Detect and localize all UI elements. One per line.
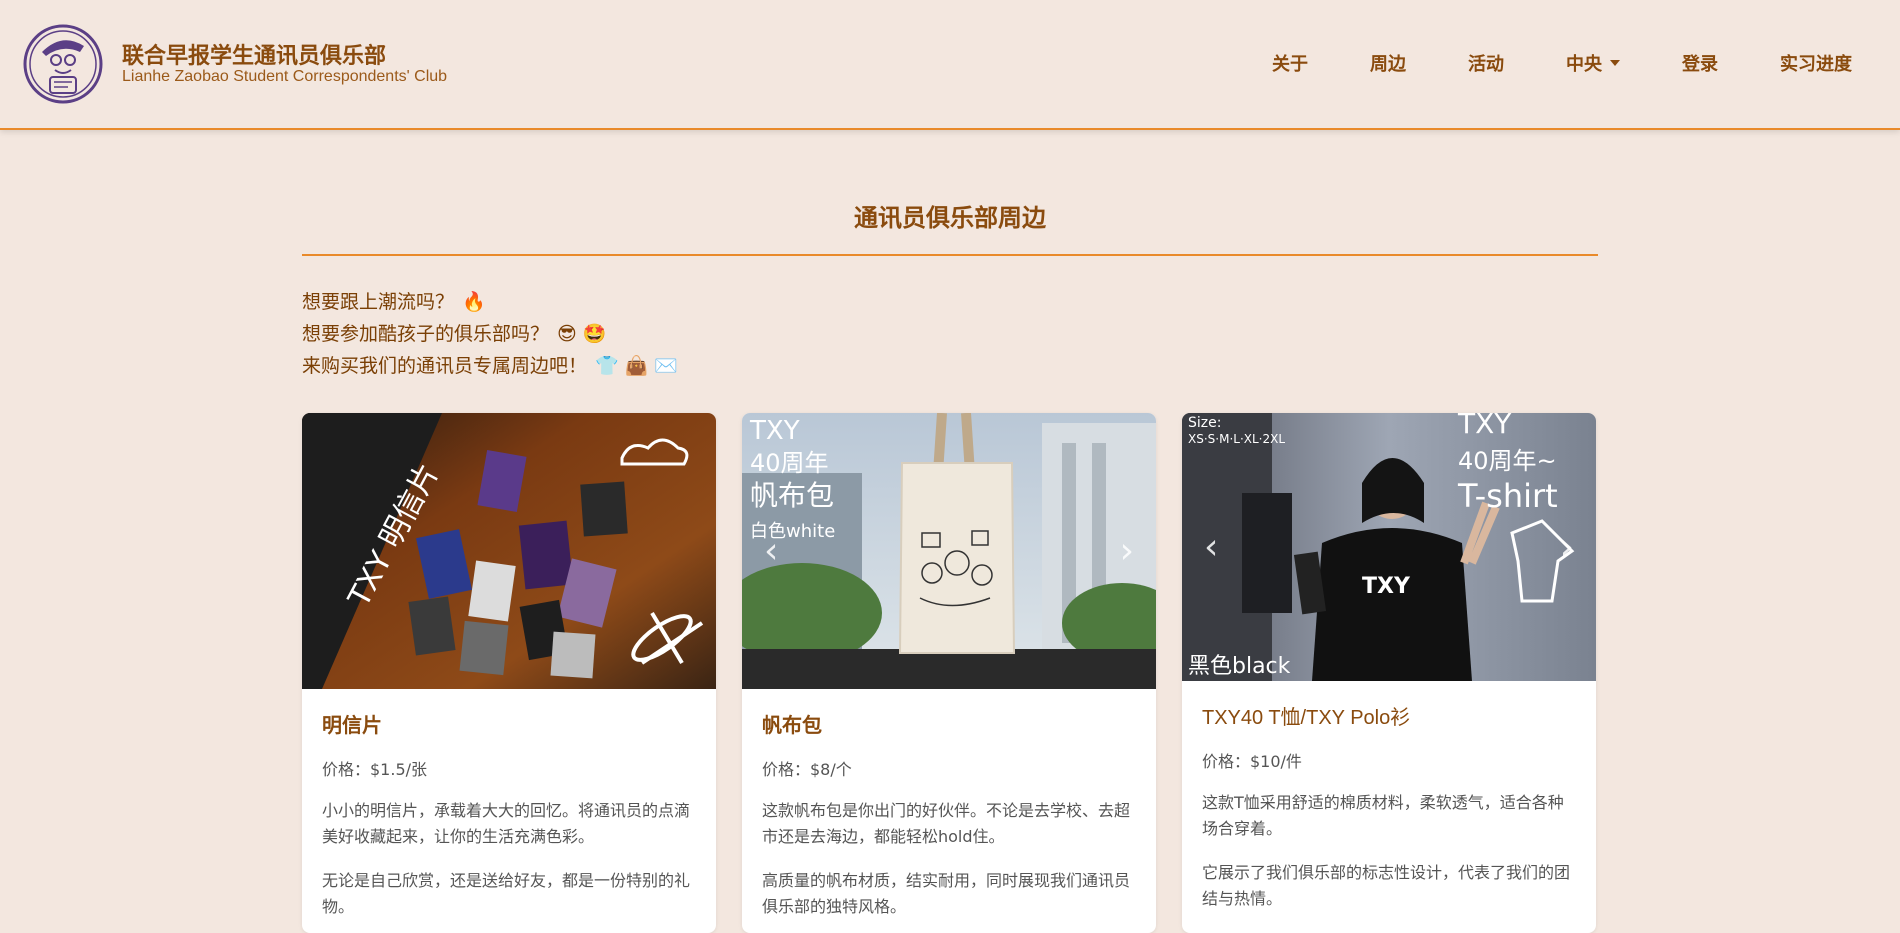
product-card-tshirt: TXY Size: XS·S·M·L·XL·2XL TXY 40周年~ T-sh…: [1182, 413, 1596, 933]
card-price: 价格：$10/件: [1202, 752, 1302, 771]
tshirt-image-text: T-shirt: [1457, 477, 1558, 515]
page-title: 通讯员俱乐部周边: [854, 204, 1046, 232]
card-description: 小小的明信片，承载着大大的回忆。将通讯员的点滴美好收藏起来，让你的生活充满色彩。: [322, 801, 691, 846]
navbar: 联合早报学生通讯员俱乐部 Lianhe Zaobao Student Corre…: [0, 0, 1900, 130]
card-title: 明信片: [322, 713, 382, 737]
postcard-image: TXY 明信片: [302, 413, 716, 689]
carousel-next-icon[interactable]: ›: [1120, 531, 1134, 572]
tote-bag-carousel: TXY 40周年 帆布包 白色white ‹ ›: [742, 413, 1156, 689]
brand-title[interactable]: 联合早报学生通讯员俱乐部: [122, 38, 386, 70]
main-nav: 关于 周边 活动 中央 登录 实习进度: [1210, 50, 1852, 76]
tote-image-text: 帆布包: [750, 479, 834, 512]
chevron-down-icon: [1610, 60, 1620, 66]
nav-central-label: 中央: [1566, 54, 1602, 75]
card-body: 明信片 价格：$1.5/张 小小的明信片，承载着大大的回忆。将通讯员的点滴美好收…: [302, 709, 716, 920]
club-logo[interactable]: [22, 22, 104, 106]
tshirt-logo-text: TXY: [1362, 574, 1411, 599]
intro-text: 想要跟上潮流吗？ 🔥 想要参加酷孩子的俱乐部吗？ 😎 🤩 来购买我们的通讯员专属…: [302, 286, 678, 382]
tshirt-size-label: Size:: [1188, 415, 1221, 431]
card-price: 价格：$8/个: [762, 760, 852, 779]
card-description: 这款帆布包是你出门的好伙伴。不论是去学校、去超市还是去海边，都能轻松hold住。: [762, 801, 1131, 846]
intro-line: 想要跟上潮流吗？ 🔥: [302, 286, 678, 318]
postcard-photo: TXY 明信片: [302, 413, 716, 689]
nav-about-label: 关于: [1272, 54, 1308, 75]
tote-image-text: TXY: [749, 416, 800, 446]
carousel-prev-icon[interactable]: ‹: [1204, 527, 1218, 568]
nav-merch-label: 周边: [1370, 54, 1406, 75]
tshirt-color-label: 黑色black: [1188, 654, 1291, 679]
intro-line: 来购买我们的通讯员专属周边吧！ 👕 👜 ✉️: [302, 350, 678, 382]
intro-line-text: 想要跟上潮流吗？: [302, 291, 455, 313]
tote-image-text: 白色white: [750, 521, 835, 542]
nav-merch[interactable]: 周边: [1370, 50, 1406, 76]
card-description-2: 它展示了我们俱乐部的标志性设计，代表了我们的团结与热情。: [1202, 863, 1571, 908]
tshirt-sizes: XS·S·M·L·XL·2XL: [1188, 432, 1285, 446]
tshirt-image-text: 40周年~: [1458, 447, 1557, 475]
tshirt-photo: TXY Size: XS·S·M·L·XL·2XL TXY 40周年~ T-sh…: [1182, 413, 1596, 681]
fire-emoji-icon: 🔥: [462, 291, 486, 313]
nav-central-dropdown[interactable]: 中央: [1566, 50, 1620, 76]
nav-events[interactable]: 活动: [1468, 50, 1504, 76]
title-divider: [302, 254, 1598, 256]
card-price: 价格：$1.5/张: [322, 760, 428, 779]
tshirt-carousel: TXY Size: XS·S·M·L·XL·2XL TXY 40周年~ T-sh…: [1182, 413, 1596, 681]
tshirt-image-text: TXY: [1457, 413, 1512, 440]
card-body: 帆布包 价格：$8/个 这款帆布包是你出门的好伙伴。不论是去学校、去超市还是去海…: [742, 709, 1156, 920]
product-card-postcard: TXY 明信片 明信片 价格：$1.5/张 小小的明信片，承载着大大的回忆。将通…: [302, 413, 716, 933]
nav-internship-progress[interactable]: 实习进度: [1780, 50, 1852, 76]
nav-events-label: 活动: [1468, 54, 1504, 75]
merch-emoji-icon: 👕 👜 ✉️: [595, 355, 679, 377]
intro-line-text: 想要参加酷孩子的俱乐部吗？: [302, 323, 550, 345]
card-title: 帆布包: [762, 713, 822, 737]
nav-internship-label: 实习进度: [1780, 54, 1852, 75]
intro-line-text: 来购买我们的通讯员专属周边吧！: [302, 355, 588, 377]
card-description-2: 高质量的帆布材质，结实耐用，同时展现我们通讯员俱乐部的独特风格。: [762, 871, 1131, 916]
intro-line: 想要参加酷孩子的俱乐部吗？ 😎 🤩: [302, 318, 678, 350]
nav-about[interactable]: 关于: [1272, 50, 1308, 76]
card-title: TXY40 T恤/TXY Polo衫: [1202, 707, 1411, 729]
tote-image-text: 40周年: [750, 449, 829, 477]
nav-login[interactable]: 登录: [1682, 50, 1718, 76]
carousel-prev-icon[interactable]: ‹: [764, 531, 778, 572]
card-body: TXY40 T恤/TXY Polo衫 价格：$10/件 这款T恤采用舒适的棉质材…: [1182, 701, 1596, 912]
card-description: 这款T恤采用舒适的棉质材料，柔软透气，适合各种场合穿着。: [1202, 793, 1564, 838]
nav-login-label: 登录: [1682, 54, 1718, 75]
cool-face-emoji-icon: 😎 🤩: [557, 323, 607, 345]
carousel-next-icon[interactable]: ›: [1560, 527, 1574, 568]
card-description-2: 无论是自己欣赏，还是送给好友，都是一份特别的礼物。: [322, 871, 691, 916]
brand-subtitle[interactable]: Lianhe Zaobao Student Correspondents' Cl…: [122, 68, 447, 86]
product-card-tote-bag: TXY 40周年 帆布包 白色white ‹ › 帆布包 价格：$8/个 这款帆…: [742, 413, 1156, 933]
tote-bag-photo: TXY 40周年 帆布包 白色white: [742, 413, 1156, 689]
